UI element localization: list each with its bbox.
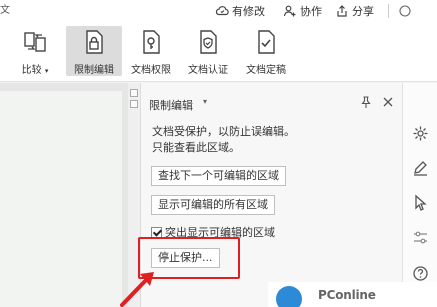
sliders-icon[interactable] [412,229,429,246]
watermark: PConline [268,282,437,307]
document-page[interactable] [0,91,122,307]
document-permission-button[interactable]: 文档权限 [125,26,177,76]
scroll-thumb[interactable] [130,100,138,108]
document-certify-label: 文档认证 [188,65,228,76]
compare-label: 比较 [21,65,42,76]
scroll-up-button[interactable] [130,89,138,97]
panel-title: 限制编辑 [149,99,193,112]
pen-icon[interactable] [412,159,429,176]
panel-menu-chevron-icon[interactable]: ▾ [203,97,207,106]
title-bar: 文 有修改 协作 分享 [0,0,437,22]
compare-icon [24,32,46,52]
cloud-sync-icon [215,6,229,16]
protection-info-line-2: 只能查看此区域。 [152,141,240,154]
add-user-icon [283,5,296,17]
right-toolbar [402,83,437,307]
more-menu-button[interactable] [398,3,412,19]
doc-tab-fragment: 文 [0,5,10,16]
document-finalize-label: 文档定稿 [246,65,286,76]
document-finalize-button[interactable]: 文档定稿 [240,26,292,76]
modified-status-button[interactable]: 有修改 [215,3,265,19]
share-label: 分享 [352,5,374,18]
compare-button[interactable]: 比较 ▾ [18,26,52,76]
lock-document-icon [86,30,103,54]
divider [388,4,389,18]
shield-document-icon [200,30,217,54]
restrict-editing-button[interactable]: 限制编辑 [66,26,122,76]
find-next-editable-button[interactable]: 查找下一个可编辑的区域 [151,166,286,186]
cursor-icon[interactable] [412,194,429,211]
pconline-logo-icon [276,286,302,307]
protection-info-line-1: 文档受保护，以防止误编辑。 [152,125,295,138]
document-permission-label: 文档权限 [131,65,171,76]
share-button[interactable]: 分享 [335,3,374,19]
document-canvas[interactable] [0,83,128,307]
close-icon[interactable] [381,95,395,109]
document-certify-button[interactable]: 文档认证 [182,26,234,76]
chevron-down-icon: ▾ [44,67,49,75]
more-icon [399,5,411,17]
highlight-editable-checkbox[interactable] [151,226,162,238]
pin-icon[interactable] [359,95,373,109]
help-icon[interactable] [412,265,429,282]
watermark-brand: PConline [318,288,376,302]
modified-status-label: 有修改 [232,5,265,18]
review-ribbon: 比较 ▾ 限制编辑 文档权限 文档认证 文档定稿 [0,22,437,82]
collab-button[interactable]: 协作 [283,3,322,19]
share-icon [337,5,347,17]
restrict-editing-label: 限制编辑 [74,65,114,76]
show-all-editable-button[interactable]: 显示可编辑的所有区域 [151,195,275,215]
annotation-arrow-icon [120,272,154,307]
collab-label: 协作 [300,5,322,18]
check-document-icon [258,30,275,54]
settings-icon[interactable] [412,125,429,142]
key-document-icon [143,30,160,54]
